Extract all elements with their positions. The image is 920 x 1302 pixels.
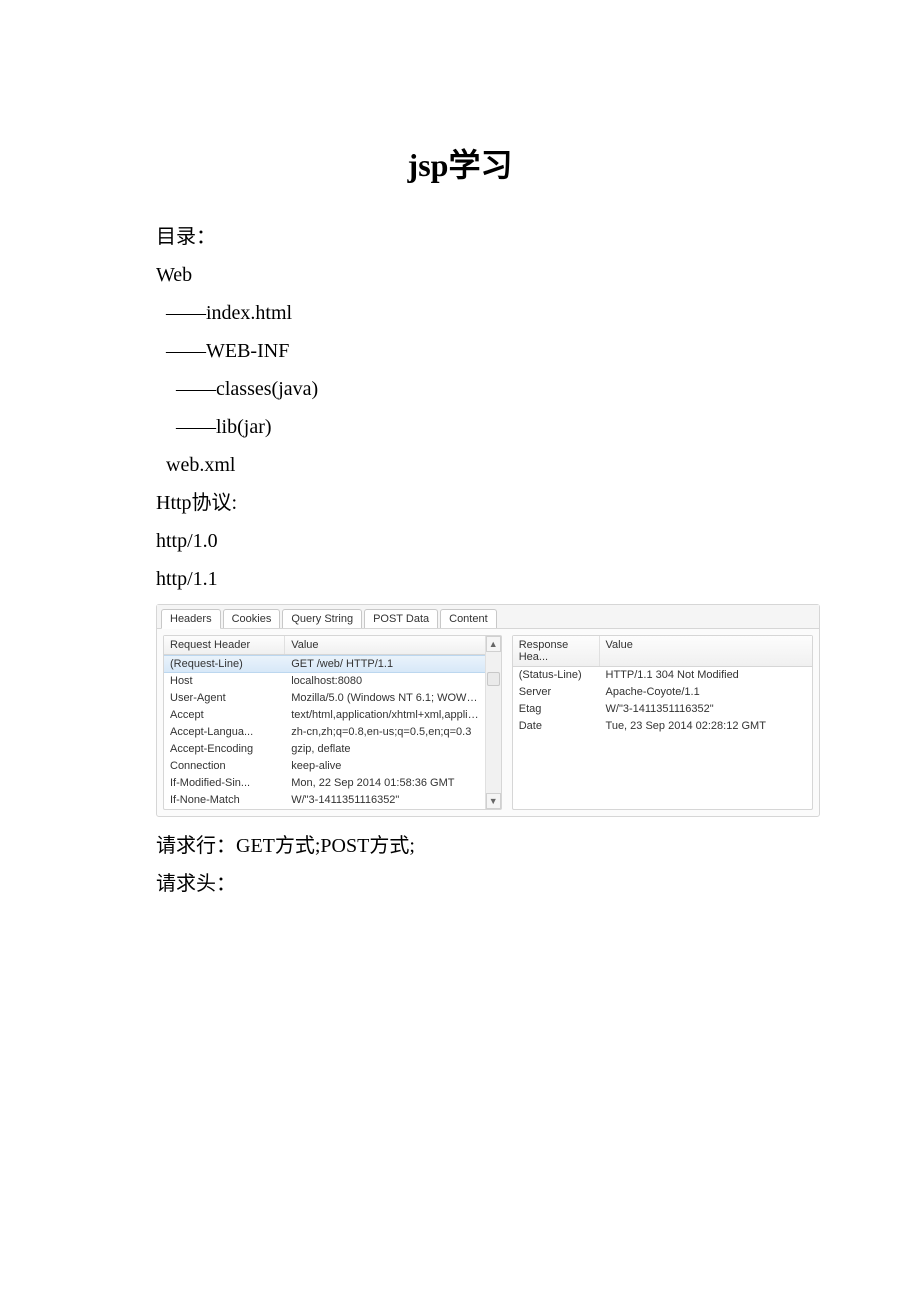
table-row[interactable]: Accept-Encoding gzip, deflate — [164, 741, 501, 758]
outline-heading: 目录： — [156, 218, 820, 256]
document-body: 目录： Web ——index.html ——WEB-INF ——classes… — [156, 218, 820, 598]
column-header[interactable]: Value — [285, 636, 501, 654]
response-headers-table: Response Hea... Value (Status-Line) HTTP… — [512, 635, 813, 810]
table-row[interactable]: Server Apache-Coyote/1.1 — [513, 684, 812, 701]
cell-value: zh-cn,zh;q=0.8,en-us;q=0.5,en;q=0.3 — [285, 724, 501, 740]
outline-item: ——WEB-INF — [156, 332, 820, 370]
cell-key: User-Agent — [164, 690, 285, 706]
tab-cookies[interactable]: Cookies — [223, 609, 281, 628]
table-row[interactable]: Connection keep-alive — [164, 758, 501, 775]
document-body-lower: 请求行：GET方式;POST方式; 请求头： — [156, 827, 820, 903]
cell-value: Tue, 23 Sep 2014 02:28:12 GMT — [600, 718, 812, 734]
cell-value: W/"3-1411351116352" — [285, 792, 501, 808]
request-line-text: 请求行：GET方式;POST方式; — [156, 827, 820, 865]
cell-value: Mozilla/5.0 (Windows NT 6.1; WOW64; rv:3… — [285, 690, 501, 706]
table-row[interactable]: Host localhost:8080 — [164, 673, 501, 690]
table-row[interactable]: Accept-Langua... zh-cn,zh;q=0.8,en-us;q=… — [164, 724, 501, 741]
outline-item: Http协议: — [156, 484, 820, 522]
cell-key: Accept-Langua... — [164, 724, 285, 740]
column-header[interactable]: Response Hea... — [513, 636, 600, 666]
table-row[interactable]: (Status-Line) HTTP/1.1 304 Not Modified — [513, 667, 812, 684]
table-header-row: Request Header Value — [164, 636, 501, 655]
table-row[interactable]: (Request-Line) GET /web/ HTTP/1.1 — [164, 655, 501, 673]
cell-key: Connection — [164, 758, 285, 774]
cell-key: (Request-Line) — [164, 656, 285, 672]
outline-item: http/1.0 — [156, 522, 820, 560]
tab-headers[interactable]: Headers — [161, 609, 221, 629]
cell-key: If-None-Match — [164, 792, 285, 808]
cell-value: W/"3-1411351116352" — [600, 701, 812, 717]
table-row[interactable]: Date Tue, 23 Sep 2014 02:28:12 GMT — [513, 718, 812, 735]
cell-key: Accept — [164, 707, 285, 723]
cell-key: Server — [513, 684, 600, 700]
cell-value: Mon, 22 Sep 2014 01:58:36 GMT — [285, 775, 501, 791]
page-title: jsp学习 — [0, 140, 920, 186]
cell-value: GET /web/ HTTP/1.1 — [285, 656, 501, 672]
cell-key: Etag — [513, 701, 600, 717]
cell-value: HTTP/1.1 304 Not Modified — [600, 667, 812, 683]
table-header-row: Response Hea... Value — [513, 636, 812, 667]
scrollbar-vertical[interactable]: ▲ ▼ — [485, 636, 501, 809]
tab-query-string[interactable]: Query String — [282, 609, 362, 628]
outline-item: ——index.html — [156, 294, 820, 332]
cell-key: Host — [164, 673, 285, 689]
scroll-thumb[interactable] — [487, 672, 500, 686]
scroll-down-icon[interactable]: ▼ — [486, 793, 501, 809]
table-row[interactable]: Etag W/"3-1411351116352" — [513, 701, 812, 718]
outline-item: http/1.1 — [156, 560, 820, 598]
table-row[interactable]: If-Modified-Sin... Mon, 22 Sep 2014 01:5… — [164, 775, 501, 792]
request-headers-table: Request Header Value (Request-Line) GET … — [163, 635, 502, 810]
scroll-up-icon[interactable]: ▲ — [486, 636, 501, 652]
request-header-text: 请求头： — [156, 865, 820, 903]
outline-item: ——classes(java) — [156, 370, 820, 408]
outline-item: ——lib(jar) — [156, 408, 820, 446]
tab-post-data[interactable]: POST Data — [364, 609, 438, 628]
cell-value: text/html,application/xhtml+xml,applicat… — [285, 707, 501, 723]
http-headers-panel: Headers Cookies Query String POST Data C… — [156, 604, 820, 817]
cell-key: If-Modified-Sin... — [164, 775, 285, 791]
cell-key: Date — [513, 718, 600, 734]
column-header[interactable]: Request Header — [164, 636, 285, 654]
cell-value: keep-alive — [285, 758, 501, 774]
table-row[interactable]: If-None-Match W/"3-1411351116352" — [164, 792, 501, 809]
table-row[interactable]: Accept text/html,application/xhtml+xml,a… — [164, 707, 501, 724]
cell-value: localhost:8080 — [285, 673, 501, 689]
tab-content[interactable]: Content — [440, 609, 497, 628]
cell-value: Apache-Coyote/1.1 — [600, 684, 812, 700]
cell-value: gzip, deflate — [285, 741, 501, 757]
tab-bar: Headers Cookies Query String POST Data C… — [157, 605, 819, 629]
cell-key: Accept-Encoding — [164, 741, 285, 757]
cell-key: (Status-Line) — [513, 667, 600, 683]
column-header[interactable]: Value — [600, 636, 812, 666]
table-row[interactable]: User-Agent Mozilla/5.0 (Windows NT 6.1; … — [164, 690, 501, 707]
outline-item: web.xml — [156, 446, 820, 484]
outline-item: Web — [156, 256, 820, 294]
